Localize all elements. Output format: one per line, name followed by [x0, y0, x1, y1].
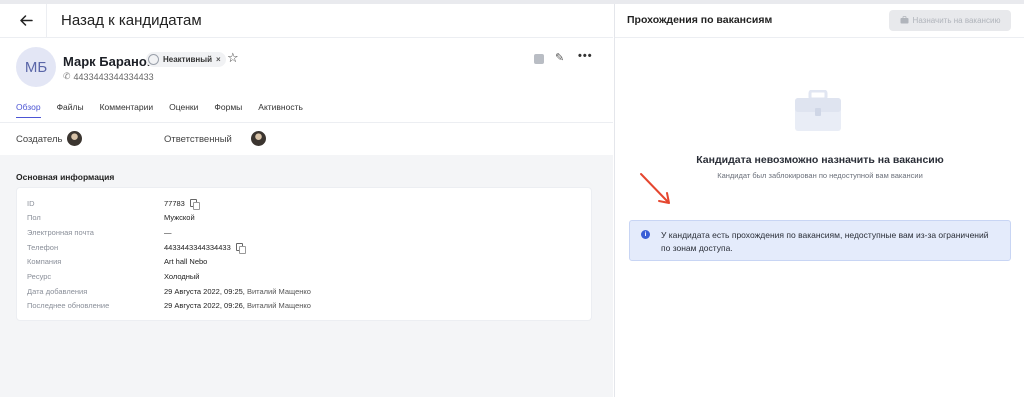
- info-row-email: Электронная почта —: [27, 226, 577, 238]
- briefcase-icon: [792, 89, 846, 132]
- copy-icon[interactable]: [235, 243, 243, 251]
- tab-ratings[interactable]: Оценки: [169, 102, 198, 118]
- vacancies-panel: Прохождения по вакансиям Назначить на ва…: [614, 4, 1024, 397]
- close-icon[interactable]: ×: [216, 55, 221, 64]
- info-value: 77783: [164, 199, 197, 208]
- id-value: 77783: [164, 198, 185, 208]
- access-notice-text: У кандидата есть прохождения по вакансия…: [661, 230, 989, 253]
- created-author: Виталий Мащенко: [246, 286, 311, 296]
- responsible-label: Ответственный: [164, 134, 232, 145]
- info-value: Мужской: [164, 212, 195, 222]
- header-divider: [46, 3, 47, 38]
- info-label: Телефон: [27, 242, 59, 252]
- phone-number: 4433443344334433: [73, 71, 154, 82]
- tab-comments[interactable]: Комментарии: [100, 102, 154, 118]
- access-notice: i У кандидата есть прохождения по ваканс…: [629, 220, 1011, 261]
- briefcase-small-icon: [900, 15, 909, 26]
- info-card: ID 77783 Пол Мужской Электронная почта —…: [16, 187, 592, 321]
- star-icon[interactable]: ☆: [227, 50, 239, 66]
- info-row-updated: Последнее обновление 29 Августа 2022, 09…: [27, 299, 577, 311]
- info-row-gender: Пол Мужской: [27, 211, 577, 223]
- vacancies-title: Прохождения по вакансиям: [627, 14, 773, 26]
- responsible-avatar[interactable]: [251, 131, 266, 146]
- info-label: Пол: [27, 212, 41, 222]
- info-value: 29 Августа 2022, 09:26, Виталий Мащенко: [164, 301, 311, 310]
- info-row-company: Компания Art hall Nebo: [27, 255, 577, 267]
- info-icon: i: [641, 230, 650, 239]
- tab-forms[interactable]: Формы: [214, 102, 242, 118]
- phone-icon: ✆: [63, 71, 71, 81]
- status-badge[interactable]: Неактивный ×: [146, 52, 226, 67]
- updated-date: 29 Августа 2022, 09:26,: [164, 300, 245, 310]
- page-title[interactable]: Назад к кандидатам: [61, 12, 202, 29]
- candidate-header: Назад к кандидатам: [0, 3, 613, 38]
- tab-overview[interactable]: Обзор: [16, 102, 41, 118]
- tab-files[interactable]: Файлы: [57, 102, 84, 118]
- phone-row: ✆ 4433443344334433: [63, 71, 154, 82]
- vacancies-header: Прохождения по вакансиям Назначить на ва…: [615, 4, 1024, 38]
- arrow-left-icon[interactable]: [18, 13, 34, 29]
- avatar: МБ: [16, 47, 56, 87]
- created-date: 29 Августа 2022, 09:25,: [164, 286, 245, 296]
- info-value: 4433443344334433: [164, 243, 243, 252]
- people-row: Создатель Ответственный: [16, 131, 606, 149]
- empty-state-subtitle: Кандидат был заблокирован по недоступной…: [717, 171, 923, 180]
- info-value: Холодный: [164, 271, 200, 281]
- info-label: Последнее обновление: [27, 300, 110, 310]
- phone-value: 4433443344334433: [164, 242, 231, 252]
- info-row-created: Дата добавления 29 Августа 2022, 09:25, …: [27, 285, 577, 297]
- checkbox-icon[interactable]: [534, 54, 544, 64]
- creator-avatar[interactable]: [67, 131, 82, 146]
- info-row-source: Ресурс Холодный: [27, 270, 577, 282]
- info-label: ID: [27, 198, 35, 208]
- info-label: Дата добавления: [27, 286, 88, 296]
- updated-author: Виталий Мащенко: [246, 300, 311, 310]
- status-label: Неактивный: [163, 55, 213, 64]
- info-label: Электронная почта: [27, 227, 94, 237]
- creator-label: Создатель: [16, 134, 63, 145]
- candidate-profile: МБ Марк Баранов Неактивный × ☆ ✆ 4433443…: [16, 47, 606, 89]
- assign-vacancy-button[interactable]: Назначить на вакансию: [889, 10, 1011, 31]
- info-value: 29 Августа 2022, 09:25, Виталий Мащенко: [164, 287, 311, 296]
- info-label: Компания: [27, 256, 62, 266]
- copy-icon[interactable]: [189, 199, 197, 207]
- empty-state-title: Кандидата невозможно назначить на ваканс…: [696, 154, 944, 166]
- section-title: Основная информация: [16, 172, 115, 182]
- info-row-id: ID 77783: [27, 197, 577, 209]
- info-value: Art hall Nebo: [164, 256, 208, 266]
- annotation-arrow-icon: [635, 170, 675, 208]
- candidate-tabs: Обзор Файлы Комментарии Оценки Формы Акт…: [16, 102, 303, 118]
- info-value: —: [164, 227, 172, 237]
- candidate-name: Марк Баранов: [63, 54, 155, 69]
- info-label: Ресурс: [27, 271, 52, 281]
- more-icon[interactable]: •••: [578, 50, 593, 62]
- tabs-divider: [0, 122, 613, 123]
- info-row-phone: Телефон 4433443344334433: [27, 241, 577, 253]
- assign-vacancy-label: Назначить на вакансию: [912, 16, 1001, 25]
- tab-activity[interactable]: Активность: [258, 102, 303, 118]
- pencil-icon[interactable]: ✎: [555, 51, 564, 64]
- status-ring-icon: [148, 54, 159, 65]
